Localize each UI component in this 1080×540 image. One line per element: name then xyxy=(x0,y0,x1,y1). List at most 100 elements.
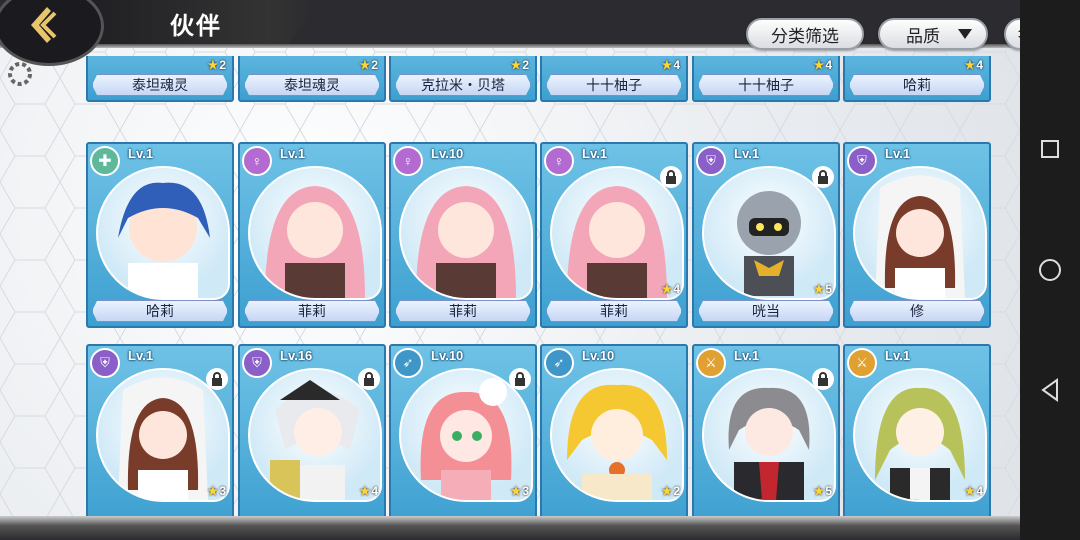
level-label: Lv.16 xyxy=(280,348,313,363)
partner-name: 菲莉 xyxy=(395,300,531,322)
heal-icon: ✚ xyxy=(90,146,120,176)
partner-card[interactable]: ★4 十十柚子 xyxy=(540,56,688,102)
star-count: ★5 xyxy=(813,484,832,498)
filter-button[interactable]: 分类筛选 xyxy=(746,18,864,50)
star-icon: ★ xyxy=(207,484,219,498)
partner-card[interactable]: ⚔ Lv.1 ★4 xyxy=(843,344,991,516)
home-icon[interactable] xyxy=(1039,259,1061,281)
partner-portrait xyxy=(399,166,533,300)
star-count: ★2 xyxy=(510,58,529,72)
partner-card[interactable]: ✚ Lv.1 哈莉 xyxy=(86,142,234,328)
quality-dropdown[interactable]: 品质 xyxy=(878,18,988,50)
level-label: Lv.1 xyxy=(582,146,608,161)
star-count: ★4 xyxy=(964,58,983,72)
support-icon: ♀ xyxy=(393,146,423,176)
partner-name: 泰坦魂灵 xyxy=(244,74,380,96)
partner-card[interactable]: ★4 十十柚子 xyxy=(692,56,840,102)
level-label: Lv.10 xyxy=(582,348,615,363)
partner-name: 咣当 xyxy=(698,300,834,322)
level-label: Lv.1 xyxy=(885,146,911,161)
level-label: Lv.1 xyxy=(734,348,760,363)
support-icon: ♀ xyxy=(242,146,272,176)
partner-card[interactable]: ★2 克拉米・贝塔 xyxy=(389,56,537,102)
bottom-bar xyxy=(0,516,1020,540)
partner-name: 十十柚子 xyxy=(698,74,834,96)
partner-name: 泰坦魂灵 xyxy=(92,74,228,96)
partner-name: 修 xyxy=(849,300,985,322)
partner-card[interactable]: ⛨ Lv.1 ★3 xyxy=(86,344,234,516)
star-count: ★4 xyxy=(661,58,680,72)
nav-back-icon[interactable] xyxy=(1040,378,1060,402)
partner-name: 克拉米・贝塔 xyxy=(395,74,531,96)
page-title: 伙伴 xyxy=(170,13,222,40)
star-count: ★4 xyxy=(964,484,983,498)
lock-icon xyxy=(812,166,834,188)
partner-name: 十十柚子 xyxy=(546,74,682,96)
partner-card[interactable]: ➶ Lv.10 ★3 xyxy=(389,344,537,516)
partner-card[interactable]: ♀ Lv.1 ★4 菲莉 xyxy=(540,142,688,328)
star-count: ★5 xyxy=(813,282,832,296)
partner-card[interactable]: ★2 泰坦魂灵 xyxy=(86,56,234,102)
partner-name: 哈莉 xyxy=(92,300,228,322)
star-count: ★3 xyxy=(510,484,529,498)
star-icon: ★ xyxy=(661,484,673,498)
lock-icon xyxy=(206,368,228,390)
quality-label: 品质 xyxy=(906,26,940,46)
partner-name: 菲莉 xyxy=(546,300,682,322)
star-icon: ★ xyxy=(964,58,976,72)
partner-card[interactable]: ♀ Lv.1 菲莉 xyxy=(238,142,386,328)
level-label: Lv.10 xyxy=(431,146,464,161)
partner-card[interactable]: ⛨ Lv.1 修 xyxy=(843,142,991,328)
partner-portrait xyxy=(853,166,987,300)
star-count: ★4 xyxy=(661,282,680,296)
star-icon: ★ xyxy=(359,484,371,498)
lock-icon xyxy=(509,368,531,390)
partner-name: 哈莉 xyxy=(849,74,985,96)
attack-icon: ⚔ xyxy=(696,348,726,378)
star-icon: ★ xyxy=(813,58,825,72)
level-label: Lv.1 xyxy=(128,146,154,161)
partner-portrait xyxy=(853,368,987,502)
partner-card[interactable]: ⚔ Lv.1 ★5 xyxy=(692,344,840,516)
star-icon: ★ xyxy=(510,58,522,72)
partner-grid: ★2 泰坦魂灵 ★2 泰坦魂灵 ★2 克拉米・贝塔 ★4 十十柚子 ★4 十十柚… xyxy=(0,56,1020,516)
support-icon: ♀ xyxy=(544,146,574,176)
star-icon: ★ xyxy=(359,58,371,72)
lock-icon xyxy=(812,368,834,390)
star-count: ★2 xyxy=(207,58,226,72)
tank-icon: ⛨ xyxy=(242,348,272,378)
level-label: Lv.10 xyxy=(431,348,464,363)
level-label: Lv.1 xyxy=(128,348,154,363)
recents-icon[interactable] xyxy=(1041,140,1059,158)
back-arrow-icon xyxy=(31,7,57,43)
partner-card[interactable]: ★4 哈莉 xyxy=(843,56,991,102)
star-icon: ★ xyxy=(813,484,825,498)
star-icon: ★ xyxy=(661,58,673,72)
partner-portrait xyxy=(550,368,684,502)
tank-icon: ⛨ xyxy=(847,146,877,176)
star-icon: ★ xyxy=(964,484,976,498)
partner-card[interactable]: ★2 泰坦魂灵 xyxy=(238,56,386,102)
star-count: ★4 xyxy=(813,58,832,72)
star-icon: ★ xyxy=(207,58,219,72)
attack-icon: ⚔ xyxy=(847,348,877,378)
partner-name: 菲莉 xyxy=(244,300,380,322)
star-count: ★3 xyxy=(207,484,226,498)
tank-icon: ⛨ xyxy=(696,146,726,176)
partner-portrait xyxy=(96,166,230,300)
star-icon: ★ xyxy=(661,282,673,296)
partner-card[interactable]: ⛨ Lv.1 ★5 咣当 xyxy=(692,142,840,328)
partner-portrait xyxy=(248,166,382,300)
partner-card[interactable]: ➶ Lv.10 ★2 xyxy=(540,344,688,516)
star-count: ★2 xyxy=(661,484,680,498)
chevron-down-icon xyxy=(958,29,972,39)
level-label: Lv.1 xyxy=(280,146,306,161)
level-label: Lv.1 xyxy=(885,348,911,363)
top-bar-edge xyxy=(0,44,1020,48)
partner-card[interactable]: ⛨ Lv.16 ★4 xyxy=(238,344,386,516)
lock-icon xyxy=(358,368,380,390)
star-icon: ★ xyxy=(813,282,825,296)
level-label: Lv.1 xyxy=(734,146,760,161)
partner-card[interactable]: ♀ Lv.10 菲莉 xyxy=(389,142,537,328)
tank-icon: ⛨ xyxy=(90,348,120,378)
